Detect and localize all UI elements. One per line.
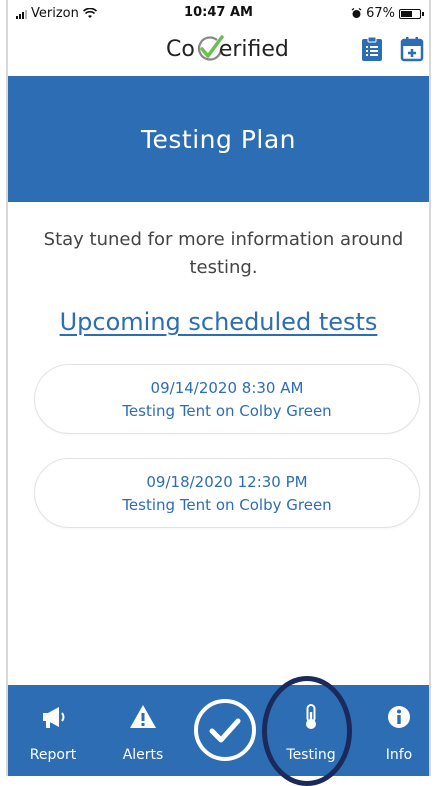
test-location: Testing Tent on Colby Green <box>122 402 332 420</box>
test-card[interactable]: 09/14/2020 8:30 AM Testing Tent on Colby… <box>34 364 420 434</box>
test-card[interactable]: 09/18/2020 12:30 PM Testing Tent on Colb… <box>34 458 420 528</box>
logo-prefix: Co <box>166 36 195 62</box>
page-banner: Testing Plan <box>8 76 429 202</box>
status-right: 67% <box>351 6 424 21</box>
megaphone-icon <box>43 707 65 728</box>
app-screen: Verizon 10:47 AM 67% Co erified Testing … <box>6 0 431 776</box>
app-logo: Co erified <box>166 34 289 64</box>
tab-label: Testing <box>286 747 336 763</box>
warning-icon <box>130 705 156 728</box>
test-location: Testing Tent on Colby Green <box>122 496 332 514</box>
page-title: Testing Plan <box>140 124 297 154</box>
intro-text: Stay tuned for more information around t… <box>43 229 404 278</box>
app-header: Co erified <box>8 26 429 74</box>
test-datetime: 09/18/2020 12:30 PM <box>146 473 308 491</box>
check-circle-button[interactable] <box>194 699 256 761</box>
tab-label: Report <box>29 747 77 763</box>
calendar-plus-icon[interactable] <box>400 36 424 62</box>
tab-label: Alerts <box>122 747 164 763</box>
info-icon <box>388 706 410 728</box>
alarm-icon <box>351 8 362 18</box>
battery-icon <box>399 8 424 19</box>
tab-info[interactable]: Info <box>364 685 429 776</box>
battery-percent: 67% <box>366 6 395 21</box>
upcoming-tests-link[interactable]: Upcoming scheduled tests <box>8 308 429 336</box>
thermometer-icon <box>306 704 316 729</box>
logo-suffix: erified <box>218 36 289 62</box>
tab-report[interactable]: Report <box>18 685 88 776</box>
bottom-tab-bar: Report Alerts Testing Info <box>8 685 429 776</box>
status-bar: Verizon 10:47 AM 67% <box>8 0 429 26</box>
tab-alerts[interactable]: Alerts <box>108 685 178 776</box>
check-circle-icon <box>209 718 241 743</box>
test-datetime: 09/14/2020 8:30 AM <box>150 379 304 397</box>
clipboard-list-icon[interactable] <box>360 36 384 62</box>
tab-label: Info <box>385 747 413 763</box>
tab-testing[interactable]: Testing <box>276 685 346 776</box>
